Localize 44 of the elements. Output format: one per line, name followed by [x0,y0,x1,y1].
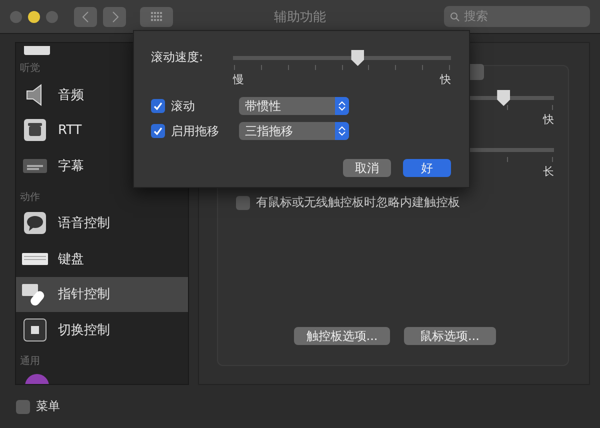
popup-menu[interactable]: 带惯性 [239,97,349,115]
slider-thumb[interactable] [351,50,364,66]
checkbox-label: 菜单 [36,398,60,415]
switch-icon [22,316,48,343]
chevron-right-icon [110,10,118,22]
slider-thumb[interactable] [497,90,510,106]
checkbox[interactable] [236,196,250,210]
window-title: 辅助功能 [274,8,326,26]
cancel-button[interactable]: 取消 [343,159,391,177]
speech-bubble-icon [22,210,48,236]
section-header: 动作 [19,190,41,204]
slider-label: 快 [440,72,451,87]
checkbox-label: 滚动 [171,98,196,114]
section-header: 听觉 [19,62,41,76]
sidebar-item[interactable]: 键盘 [16,241,188,276]
forward-button[interactable] [103,6,126,26]
search-icon [450,12,460,22]
sidebar-item[interactable]: 字幕 [16,148,188,184]
siri-icon [24,372,50,384]
section-header: 通用 [19,354,41,368]
minimize-button[interactable] [28,10,40,22]
checkbox-label: 启用拖移 [171,122,220,140]
popup-menu[interactable]: 三指拖移 [239,122,349,140]
sidebar-item[interactable]: 切换控制 [16,312,188,348]
chevron-left-icon [82,10,90,22]
options-button[interactable]: 鼠标选项... [404,327,496,345]
speed-label: 滚动速度: [151,49,204,66]
show-all-button[interactable] [140,6,173,26]
display-icon [24,46,50,55]
ok-button[interactable]: 好 [403,159,451,177]
slider-label: 慢 [233,72,244,87]
stepper-icon [338,100,346,112]
slider-label: 长 [543,164,554,179]
checkbox[interactable] [151,124,165,138]
checkbox-label: 有鼠标或无线触控板时忽略内建触控板 [256,194,460,211]
stepper-icon [338,125,346,137]
checkbox[interactable] [16,400,30,414]
sidebar-item[interactable]: 语音控制 [16,206,188,241]
slider-label: 快 [543,112,554,127]
grid-icon [150,12,162,22]
options-button[interactable]: 触控板选项... [294,327,390,345]
back-button[interactable] [74,6,97,26]
checkbox[interactable] [151,99,165,113]
sidebar-item[interactable]: 指针控制 [16,276,188,312]
